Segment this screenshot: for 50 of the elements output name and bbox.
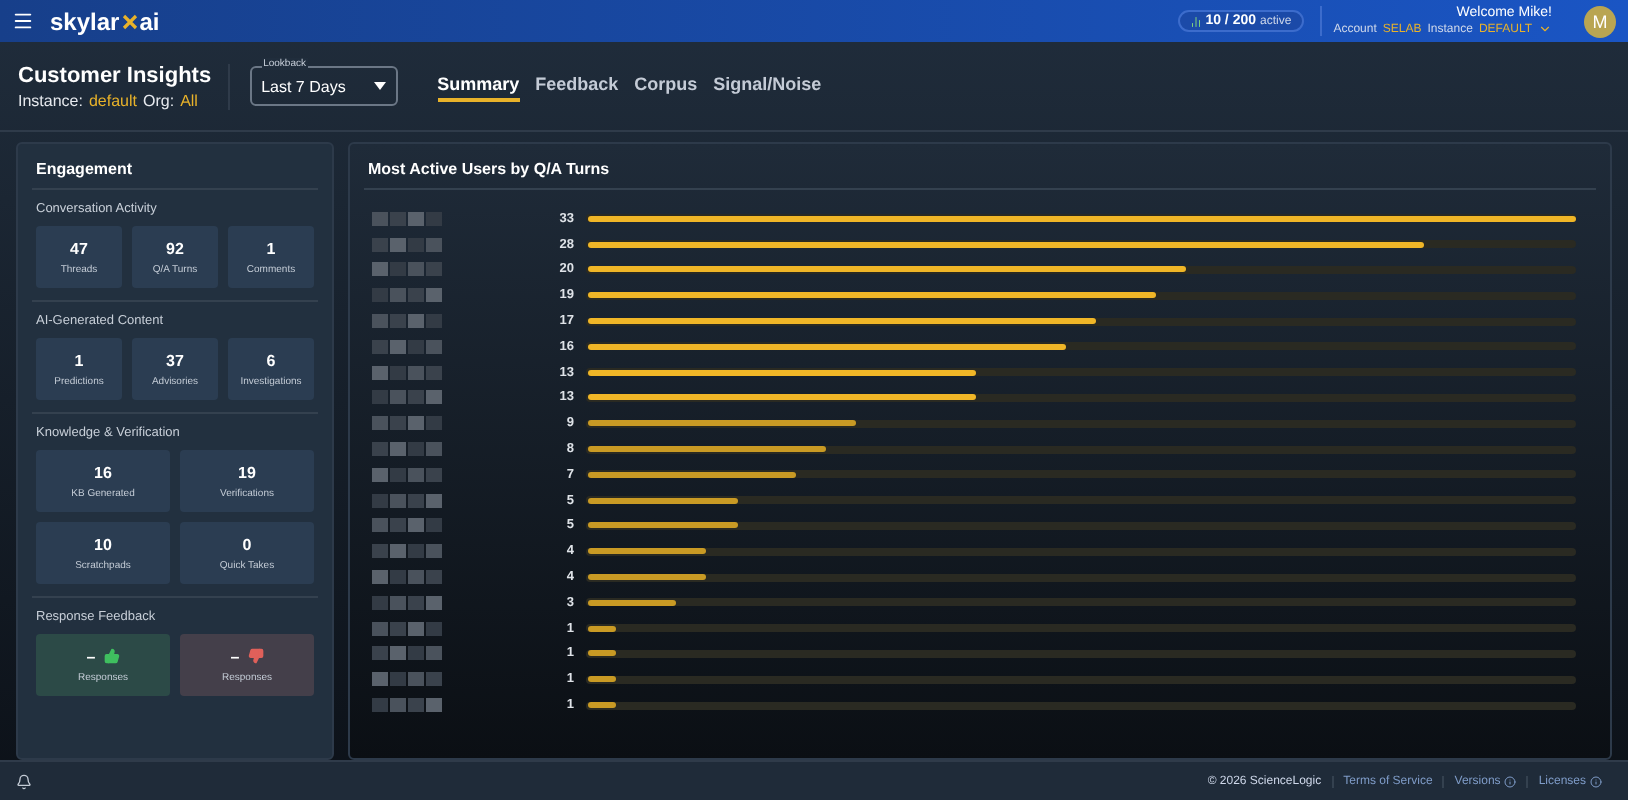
redacted-name-drawing xyxy=(372,518,442,533)
redacted-name-drawing xyxy=(372,544,442,559)
tab[interactable]: Feedback xyxy=(535,70,619,102)
redacted-name-drawing xyxy=(372,595,442,610)
stat-value: 1 xyxy=(266,239,276,257)
instance-label: Instance: xyxy=(18,91,83,109)
redacted-name-drawing xyxy=(372,237,442,252)
tab[interactable]: Signal/Noise xyxy=(713,70,822,102)
stat-value: 1 xyxy=(74,351,84,369)
stat-value: 47 xyxy=(70,239,88,257)
redacted-name-drawing xyxy=(372,211,442,226)
stat-value: – xyxy=(230,647,264,665)
stat-value: 19 xyxy=(238,463,256,481)
redacted-name-drawing xyxy=(372,672,442,687)
logo: skylar ai xyxy=(50,7,160,35)
redacted-name-drawing xyxy=(372,698,442,713)
org-value: All xyxy=(180,91,198,109)
stat-value: 92 xyxy=(166,239,184,257)
redacted-name-drawing xyxy=(372,646,442,661)
stat-value: – xyxy=(86,647,120,665)
thumbs-down-icon xyxy=(247,648,264,664)
redacted-name-drawing xyxy=(372,365,442,380)
redacted-name-drawing xyxy=(372,442,442,457)
stat-value: 6 xyxy=(266,351,276,369)
stat-value: 16 xyxy=(94,463,112,481)
stat-value: 10 xyxy=(94,535,112,553)
menu-icon[interactable] xyxy=(12,10,34,32)
stat-value: 0 xyxy=(242,535,252,553)
instance-value: default xyxy=(88,91,137,109)
tab[interactable]: Corpus xyxy=(634,70,698,102)
caret-icon xyxy=(373,82,386,90)
redacted-name-drawing xyxy=(372,339,442,354)
redacted-name-drawing xyxy=(372,390,442,405)
redacted-name-drawing xyxy=(372,467,442,482)
redacted-name-drawing xyxy=(372,493,442,508)
redacted-name-drawing xyxy=(372,262,442,277)
thumbs-up-icon xyxy=(103,648,120,664)
stat-value: 37 xyxy=(166,351,184,369)
panel-title: Most Active Users by Q/A Turns xyxy=(364,144,1596,190)
redacted-name-drawing xyxy=(372,416,442,431)
redacted-name-drawing xyxy=(372,570,442,585)
panel-title: Engagement xyxy=(32,144,318,190)
chevron-icon[interactable] xyxy=(1538,22,1552,36)
page-title: Customer Insights xyxy=(18,63,212,87)
redacted-name-drawing xyxy=(372,288,442,303)
bell-icon[interactable] xyxy=(16,773,32,789)
tab[interactable]: Summary xyxy=(437,70,520,102)
org-label: Org: xyxy=(143,91,175,109)
redacted-name-drawing xyxy=(372,314,442,329)
redacted-name-drawing xyxy=(372,621,442,636)
